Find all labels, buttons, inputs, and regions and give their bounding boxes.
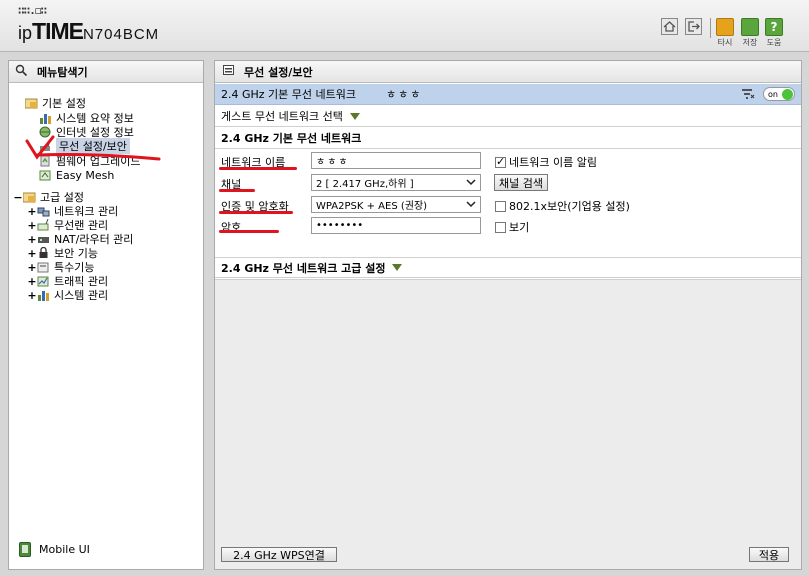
sidebar-item-nat-router[interactable]: + NAT/라우터 관리 (27, 232, 133, 247)
sidebar-item-security[interactable]: + 보안 기능 (27, 246, 98, 261)
toggle-label: on (768, 89, 778, 99)
logo-time: TIME (32, 18, 84, 44)
filter-icon[interactable] (741, 88, 755, 103)
sidebar-item-traffic[interactable]: + 트래픽 관리 (27, 274, 108, 289)
auth-select[interactable]: WPA2PSK + AES (권장) (311, 196, 481, 213)
wireless-toggle[interactable]: on (763, 87, 795, 101)
header: ∷∷.◻∷ ipTIMEN704BCM 타시 저장 ? 도움 (0, 0, 809, 52)
collapse-icon[interactable]: − (13, 191, 23, 204)
page-title: 무선 설정/보안 (215, 61, 801, 83)
wireless-lan-icon (37, 218, 50, 231)
menu-explorer: 메뉴탐색기 기본 설정 시스템 요약 정보 인터넷 설정 정보 무선 설정/보안… (8, 60, 204, 570)
wps-connect-button[interactable]: 2.4 GHz WPS연결 (221, 547, 337, 562)
expand-icon[interactable]: + (27, 275, 37, 288)
expand-icon[interactable]: + (27, 219, 37, 232)
save-label: 저장 (742, 38, 758, 47)
expand-icon[interactable]: + (27, 289, 37, 302)
tree-group-basic[interactable]: 기본 설정 (24, 96, 86, 110)
tree-group-advanced[interactable]: − 고급 설정 (13, 190, 84, 205)
home-button[interactable] (661, 18, 678, 35)
checkbox-unchecked-icon (495, 221, 506, 233)
logo-model: N704BCM (82, 26, 160, 43)
logout-button[interactable] (685, 18, 702, 35)
phone-icon (19, 542, 31, 557)
page-icon (223, 64, 235, 79)
mesh-icon (39, 169, 52, 181)
toggle-knob (782, 89, 793, 100)
network-bar-label: 2.4 GHz 기본 무선 네트워크 (221, 88, 357, 101)
home-icon (663, 21, 676, 32)
help-button[interactable]: ? 도움 (763, 18, 785, 48)
network-bar-ssid: ㅎㅎㅎ (386, 88, 423, 101)
password-input[interactable]: •••••••• (311, 217, 481, 234)
annotation-underline (219, 211, 293, 214)
search-icon (15, 64, 28, 80)
broadcast-checkbox[interactable]: 네트워크 이름 알림 (495, 154, 597, 170)
network-name-input[interactable]: ㅎㅎㅎ (311, 152, 481, 169)
section-basic-title: 2.4 GHz 기본 무선 네트워크 (215, 128, 801, 149)
main-panel: 무선 설정/보안 2.4 GHz 기본 무선 네트워크 ㅎㅎㅎ on 게스트 무… (214, 60, 802, 570)
traffic-icon (37, 275, 50, 287)
section-advanced-toggle[interactable]: 2.4 GHz 무선 네트워크 고급 설정 (215, 257, 801, 278)
logo-ip: ip (18, 23, 33, 43)
special-icon (37, 261, 50, 273)
header-separator (710, 18, 711, 38)
annotation-underline (219, 189, 255, 192)
logout-icon (688, 21, 700, 32)
help-label: 도움 (766, 38, 782, 47)
restart-label: 타시 (717, 38, 733, 47)
sidebar-item-special[interactable]: + 특수기능 (27, 260, 94, 275)
show-password-checkbox[interactable]: 보기 (495, 219, 529, 235)
sidebar-item-system[interactable]: + 시스템 관리 (27, 288, 108, 303)
row-channel: 채널 2 [ 2.417 GHz,하위 ] 채널 검색 (215, 172, 801, 193)
sidebar-item-easy-mesh[interactable]: Easy Mesh (39, 168, 114, 182)
expand-icon[interactable]: + (27, 261, 37, 274)
restart-icon (716, 18, 734, 36)
menu-explorer-title: 메뉴탐색기 (9, 61, 203, 83)
row-network-name: 네트워크 이름 ㅎㅎㅎ 네트워크 이름 알림 (215, 150, 801, 171)
system-chart-icon (37, 289, 50, 301)
network-icon (37, 205, 50, 217)
channel-select[interactable]: 2 [ 2.417 GHz,하위 ] (311, 174, 481, 191)
logo: ipTIMEN704BCM (18, 18, 159, 45)
save-icon (741, 18, 759, 36)
guest-network-select[interactable]: 게스트 무선 네트워크 선택 (215, 106, 801, 127)
folder-icon (22, 191, 36, 203)
folder-icon (24, 97, 38, 109)
row-password: 암호 •••••••• 보기 (215, 215, 801, 236)
sidebar-item-system-summary[interactable]: 시스템 요약 정보 (39, 111, 134, 125)
annotation-underline (219, 230, 279, 233)
checkbox-checked-icon (495, 155, 506, 168)
chevron-down-icon (466, 178, 476, 189)
logo-dots: ∷∷.◻∷ (18, 4, 47, 17)
enterprise-checkbox[interactable]: 802.1x보안(기업용 설정) (495, 198, 630, 214)
checkbox-unchecked-icon (495, 200, 506, 212)
expand-triangle-icon (392, 264, 403, 271)
expand-icon[interactable]: + (27, 233, 37, 246)
annotation-underline (219, 167, 297, 170)
apply-button[interactable]: 적용 (749, 547, 789, 562)
chevron-down-icon (466, 200, 476, 211)
channel-search-button[interactable]: 채널 검색 (494, 174, 548, 191)
expand-icon[interactable]: + (27, 205, 37, 218)
lock-icon (37, 246, 50, 259)
content-empty-area: 2.4 GHz WPS연결 적용 (215, 279, 801, 569)
help-icon: ? (765, 18, 783, 36)
save-button[interactable]: 저장 (739, 18, 761, 48)
router-icon (37, 233, 50, 245)
mobile-ui-link[interactable]: Mobile UI (19, 542, 90, 557)
chart-icon (39, 112, 52, 124)
expand-triangle-icon (349, 112, 360, 120)
sidebar-item-wireless-lan[interactable]: + 무선랜 관리 (27, 218, 108, 233)
network-bar[interactable]: 2.4 GHz 기본 무선 네트워크 ㅎㅎㅎ on (215, 84, 801, 105)
restart-button[interactable]: 타시 (714, 18, 736, 48)
annotation-checkmark (25, 135, 161, 161)
row-authentication: 인증 및 암호화 WPA2PSK + AES (권장) 802.1x보안(기업용… (215, 194, 801, 215)
expand-icon[interactable]: + (27, 247, 37, 260)
sidebar-item-network[interactable]: + 네트워크 관리 (27, 204, 118, 219)
